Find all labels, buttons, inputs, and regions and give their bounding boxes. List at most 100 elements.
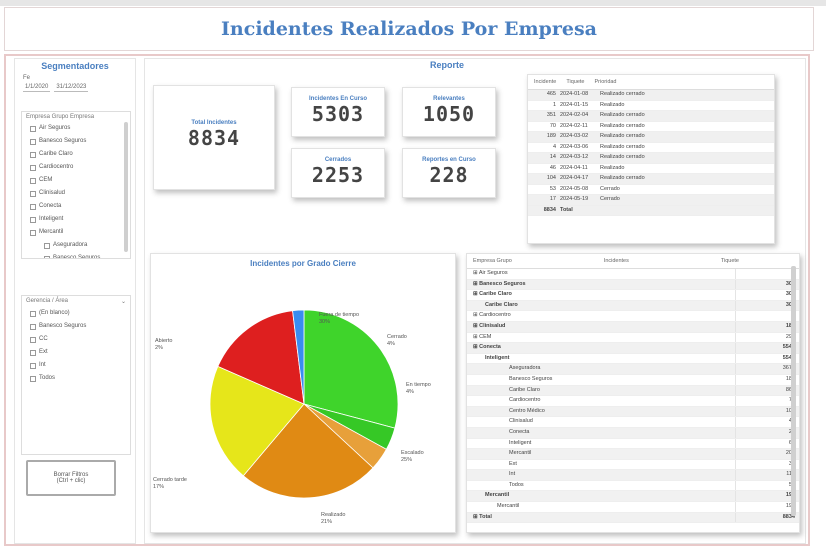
report-heading: Reporte (430, 60, 465, 70)
slicer-item[interactable]: (En blanco) (22, 307, 130, 320)
matrix-row-label: ⊞ Banesco Seguros (473, 280, 526, 287)
card-value: 228 (429, 163, 469, 187)
cell: Realizado cerrado (600, 154, 645, 160)
matrix-row: Ext 38 (467, 459, 799, 471)
checkbox[interactable] (30, 203, 36, 210)
matrix-value: 69 (735, 438, 799, 449)
filter-panel-title: Segmentadores (41, 61, 109, 71)
matrix-row-label: Aseguradora (509, 365, 541, 372)
matrix-row: Caribe Claro 861 (467, 385, 799, 397)
matrix-scrollbar[interactable] (791, 266, 796, 516)
pie-slice-name: Escalado (401, 450, 424, 456)
slicer-item[interactable]: Air Seguros (22, 122, 130, 135)
slicer-item[interactable]: CEM (22, 174, 130, 187)
matrix-value: 104 (735, 406, 799, 417)
incident-table-header: Incidente Tiquete Prioridad (528, 75, 774, 90)
checkbox[interactable] (30, 216, 36, 223)
checkbox[interactable] (30, 323, 36, 330)
cell: 2024-05-08 (560, 185, 589, 192)
checkbox[interactable] (44, 255, 50, 258)
checkbox[interactable] (30, 138, 36, 145)
slicer-item[interactable]: Banesco Seguros (22, 135, 130, 148)
pie-slice-value: 25% (401, 457, 413, 463)
matrix-value: 26 (735, 427, 799, 438)
cell: 4 (552, 143, 556, 150)
matrix-value: 112 (735, 470, 799, 480)
company-slicer-scrollbar[interactable] (124, 122, 128, 252)
company-slicer-header: Empresa Grupo Empresa (26, 114, 95, 120)
slicer-item[interactable]: Int (22, 359, 130, 372)
checkbox[interactable] (30, 310, 36, 317)
cell: 2024-01-15 (560, 101, 589, 108)
checkbox[interactable] (30, 151, 36, 158)
column-header[interactable]: Empresa Grupo (473, 258, 512, 264)
cell: 70 (549, 122, 556, 129)
matrix-value: 290 (735, 332, 799, 343)
matrix-value: 305 (735, 279, 799, 290)
cell: Cerrado (600, 196, 620, 202)
slicer-item-label: CC (39, 336, 48, 342)
cell: Realizado cerrado (600, 175, 645, 181)
cell: Realizado (600, 164, 625, 171)
checkbox[interactable] (30, 349, 36, 356)
slicer-item[interactable]: Ext (22, 346, 130, 359)
chevron-down-icon[interactable]: ⌄ (121, 298, 126, 305)
slicer-item[interactable]: Inteligent (22, 213, 130, 226)
slicer-sub-item[interactable]: Banesco Seguros (22, 252, 130, 258)
clear-filters-button[interactable]: Borrar Filtros (Ctrl + clic) (26, 460, 116, 496)
checkbox[interactable] (30, 164, 36, 171)
matrix-row: Banesco Seguros 181 (467, 374, 799, 386)
pie-slice-label: Cerrado tarde 17% (153, 477, 187, 491)
matrix-row: Todos 59 (467, 480, 799, 492)
date-to-input[interactable]: 31/12/2023 (54, 83, 89, 92)
cell: 17 (549, 196, 556, 202)
cell: 2024-02-04 (560, 112, 589, 118)
matrix-row-label: ⊞ Cardiocentro (473, 312, 511, 319)
checkbox[interactable] (30, 362, 36, 369)
matrix-value: 47 (735, 417, 799, 427)
checkbox[interactable] (30, 229, 36, 236)
slicer-item[interactable]: Mercantil (22, 226, 130, 239)
matrix-row: Inteligent 69 (467, 438, 799, 450)
pie-slice-label: Cerrado 4% (387, 334, 407, 348)
checkbox[interactable] (30, 336, 36, 343)
column-header[interactable]: Incidentes (604, 258, 629, 264)
slicer-item[interactable]: Clinisalud (22, 187, 130, 200)
slicer-item[interactable]: CC (22, 333, 130, 346)
checkbox[interactable] (30, 177, 36, 184)
slicer-item-label: Aseguradora (53, 242, 88, 248)
column-header[interactable]: Tiquete (721, 258, 739, 264)
area-slicer[interactable]: Gerencia / Área ⌄ (En blanco) Banesco Segu… (21, 295, 131, 455)
pie-slice-value: 4% (387, 341, 395, 347)
area-slicer-header: Gerencia / Área ⌄ (26, 298, 126, 305)
slicer-item[interactable]: Cardiocentro (22, 161, 130, 174)
checkbox[interactable] (44, 242, 50, 249)
slicer-sub-item[interactable]: Aseguradora (22, 239, 130, 252)
cell: 2024-03-12 (560, 154, 589, 160)
matrix-row-label: Clinisalud (509, 418, 533, 425)
slicer-item[interactable]: Caribe Claro (22, 148, 130, 161)
checkbox[interactable] (30, 375, 36, 382)
column-header[interactable]: Prioridad (594, 79, 616, 85)
matrix-row-label: Ext (509, 460, 517, 467)
top-strip (0, 0, 826, 6)
checkbox[interactable] (30, 125, 36, 132)
slicer-item[interactable]: Todos (22, 372, 130, 385)
date-from-input[interactable]: 1/1/2020 (23, 83, 51, 92)
checkbox[interactable] (30, 190, 36, 197)
card-total-incidents: Total Incidentes 8834 (153, 85, 275, 190)
matrix-row: Mercantil 195 (467, 491, 799, 503)
incident-table: Incidente Tiquete Prioridad 465 2024-01-08 R… (527, 74, 775, 244)
slicer-item[interactable]: Conecta (22, 200, 130, 213)
pie-slice-value: 17% (153, 484, 165, 490)
matrix-value: 861 (735, 385, 799, 396)
cell: 14 (549, 154, 556, 160)
column-header[interactable]: Incidente (534, 79, 556, 85)
matrix-row-label: ⊞ Total (473, 513, 492, 520)
company-slicer[interactable]: Empresa Grupo Empresa Air Seguros Banesco… (21, 111, 131, 259)
matrix-value: 8834 (735, 512, 799, 523)
matrix-row: ⊞ Conecta 5545 (467, 343, 799, 354)
cell: 53 (549, 185, 556, 192)
column-header[interactable]: Tiquete (566, 79, 584, 85)
slicer-item[interactable]: Banesco Seguros (22, 320, 130, 333)
